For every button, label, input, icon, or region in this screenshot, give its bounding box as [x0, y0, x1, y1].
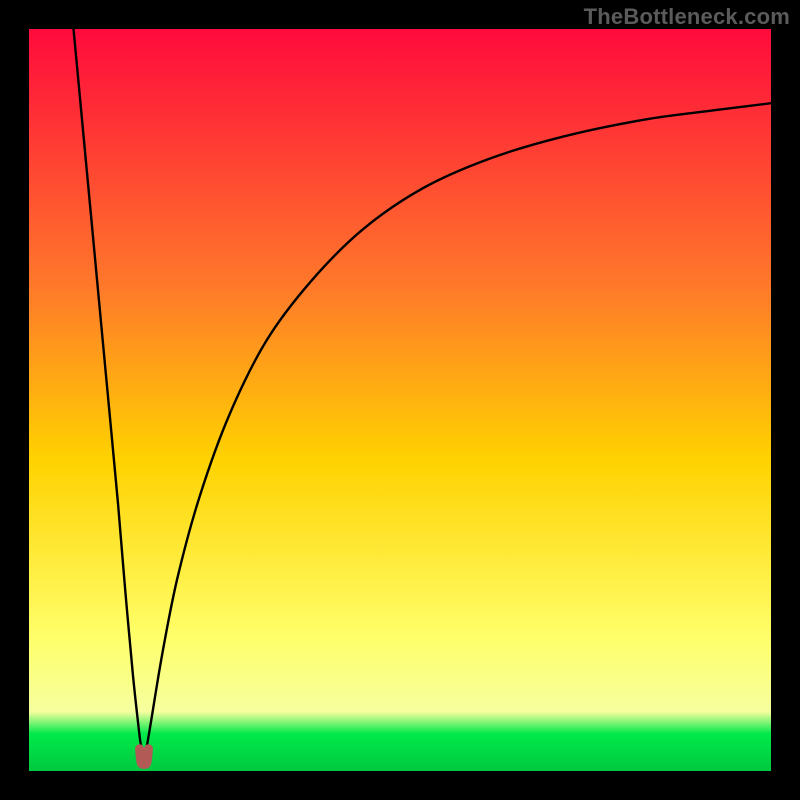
gradient-background — [29, 29, 771, 771]
plot-area — [29, 29, 771, 771]
watermark-text: TheBottleneck.com — [584, 4, 790, 30]
chart-stage: TheBottleneck.com — [0, 0, 800, 800]
minimum-marker — [140, 749, 149, 765]
plot-svg — [29, 29, 771, 771]
